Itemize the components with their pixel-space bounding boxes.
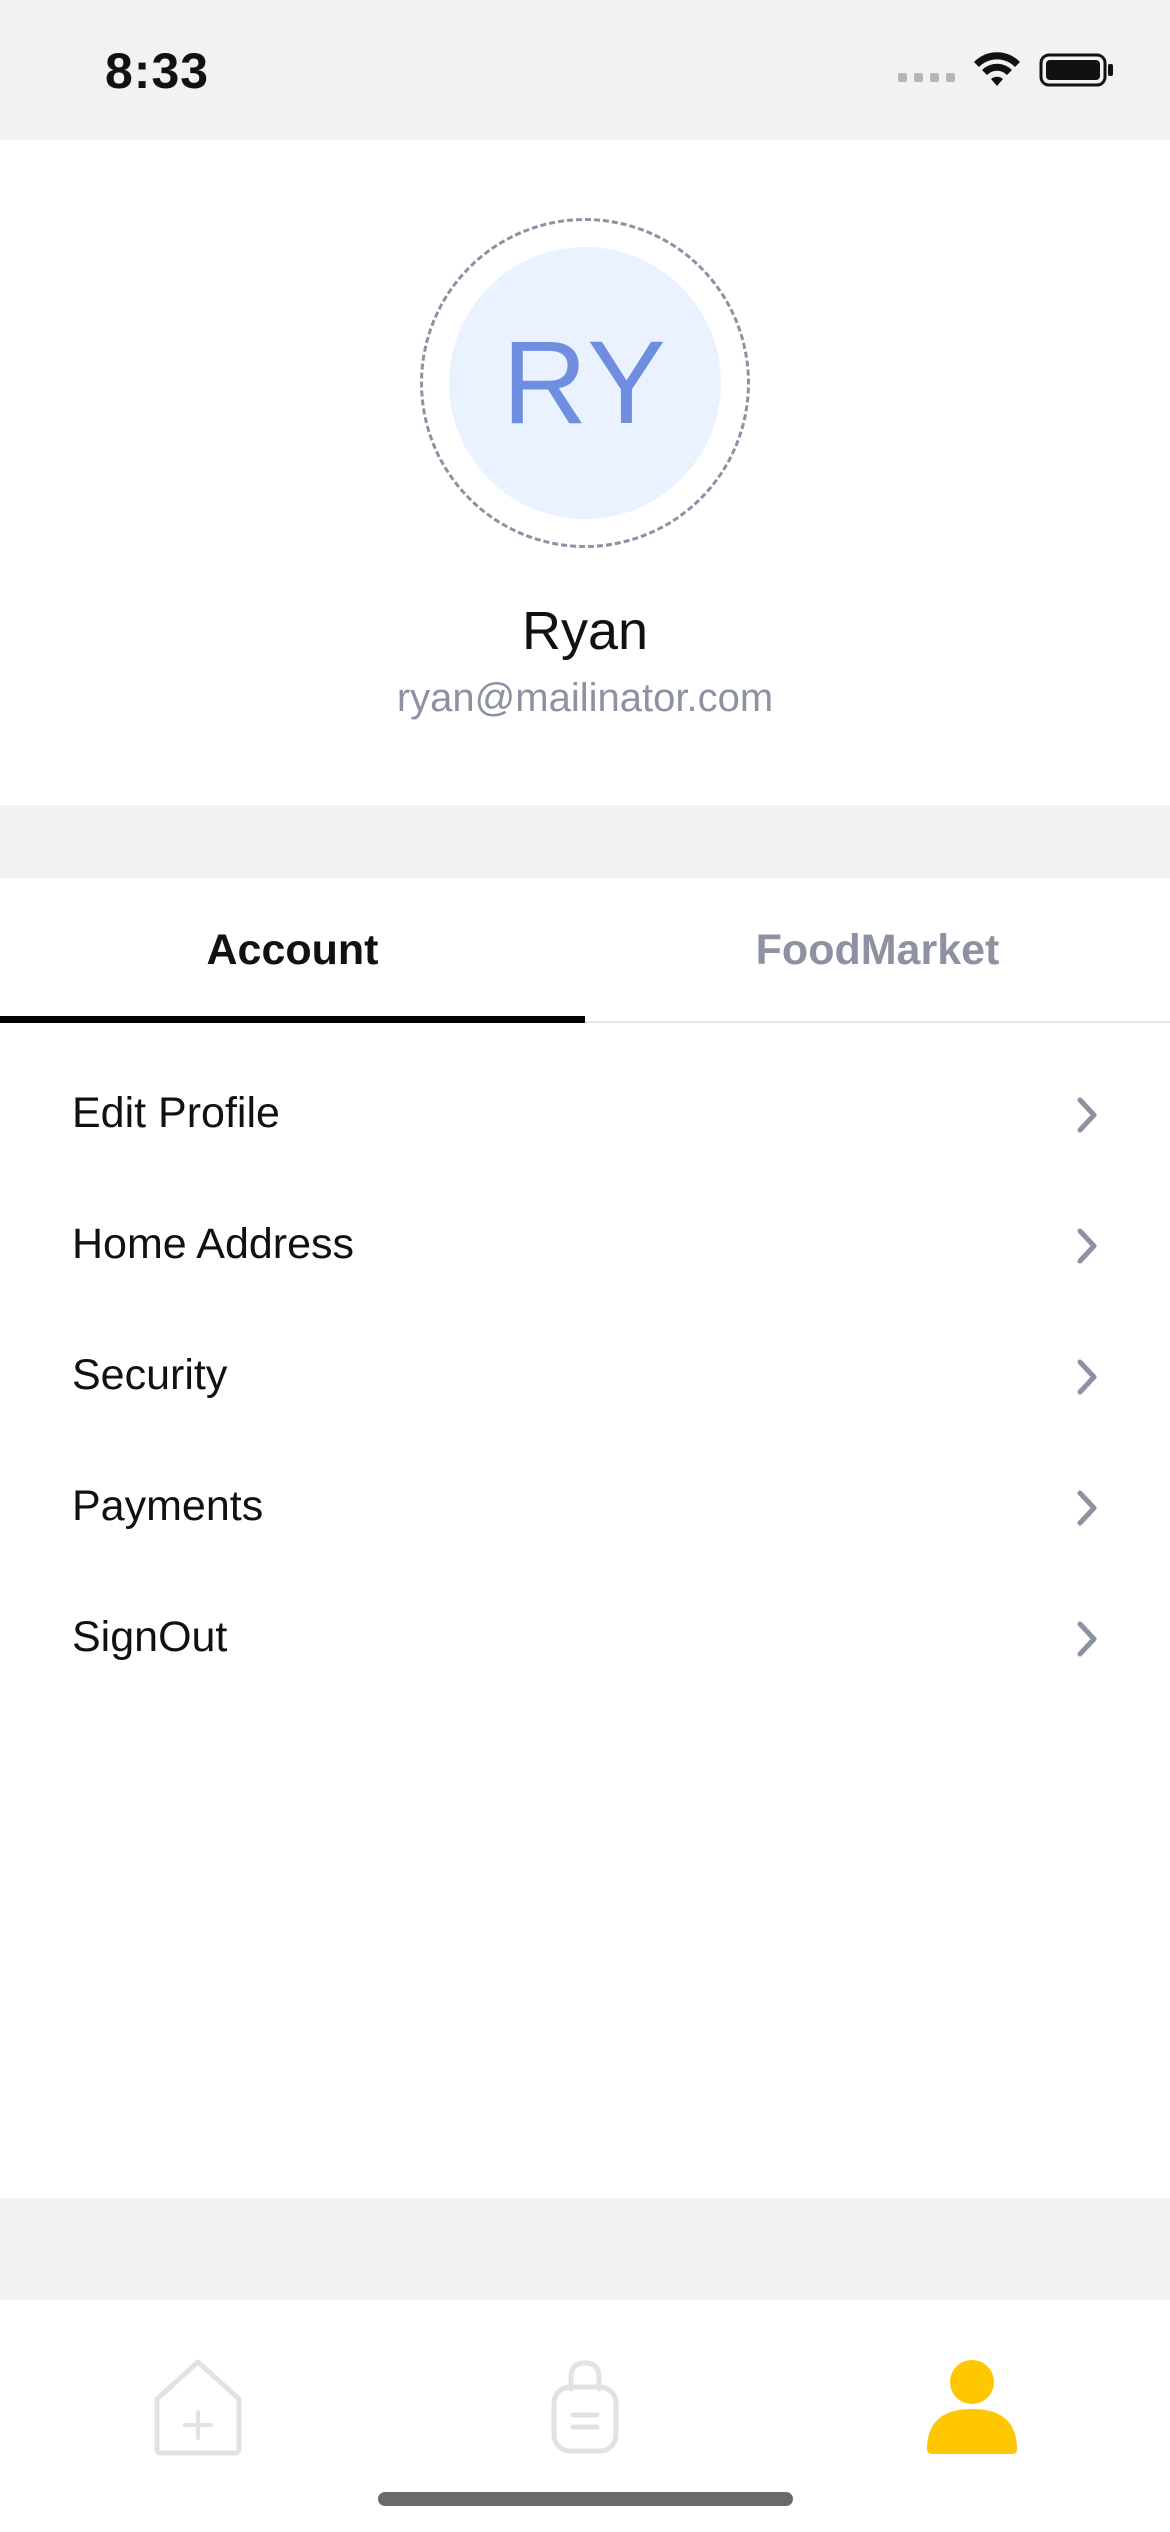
status-time: 8:33 bbox=[105, 43, 210, 99]
menu-item-label: Home Address bbox=[72, 1220, 355, 1268]
tab-foodmarket-label: FoodMarket bbox=[755, 926, 1000, 974]
home-icon bbox=[154, 2359, 242, 2456]
active-tab-indicator bbox=[0, 1016, 585, 1023]
avatar[interactable]: RY bbox=[449, 247, 721, 519]
profile-email: ryan@mailinator.com bbox=[396, 676, 774, 720]
status-icons bbox=[898, 52, 1115, 88]
tab-account[interactable]: Account bbox=[0, 878, 585, 1023]
nav-orders-button[interactable] bbox=[520, 2342, 650, 2472]
nav-profile-button[interactable] bbox=[907, 2342, 1037, 2472]
status-bar: 8:33 bbox=[0, 0, 1170, 140]
menu-item-signout[interactable]: SignOut bbox=[0, 1575, 1170, 1706]
chevron-right-icon bbox=[1077, 1359, 1097, 1395]
nav-home-button[interactable] bbox=[133, 2342, 263, 2472]
cellular-dots-icon bbox=[898, 72, 955, 82]
menu-item-label: Edit Profile bbox=[72, 1089, 280, 1137]
menu-item-home-address[interactable]: Home Address bbox=[0, 1182, 1170, 1313]
tab-account-label: Account bbox=[206, 926, 379, 974]
tab-foodmarket[interactable]: FoodMarket bbox=[585, 878, 1170, 1023]
shopping-bag-icon bbox=[551, 2360, 619, 2454]
menu-item-label: Security bbox=[72, 1351, 228, 1399]
home-indicator[interactable] bbox=[378, 2492, 793, 2506]
profile-screen: 8:33 RY Ryan ryan@mailinator.com Account… bbox=[0, 0, 1170, 2532]
menu-item-payments[interactable]: Payments bbox=[0, 1444, 1170, 1575]
account-menu: Edit Profile Home Address Security Payme… bbox=[0, 1023, 1170, 2198]
chevron-right-icon bbox=[1077, 1228, 1097, 1264]
tab-bar: Account FoodMarket bbox=[0, 878, 1170, 1023]
avatar-initials: RY bbox=[502, 317, 668, 449]
chevron-right-icon bbox=[1077, 1097, 1097, 1133]
chevron-right-icon bbox=[1077, 1621, 1097, 1657]
profile-name: Ryan bbox=[521, 601, 649, 661]
battery-icon bbox=[1039, 53, 1113, 87]
menu-item-label: SignOut bbox=[72, 1613, 228, 1661]
menu-item-label: Payments bbox=[72, 1482, 264, 1530]
wifi-icon bbox=[974, 52, 1020, 86]
profile-header: RY Ryan ryan@mailinator.com bbox=[0, 140, 1170, 805]
menu-item-edit-profile[interactable]: Edit Profile bbox=[0, 1051, 1170, 1182]
menu-item-security[interactable]: Security bbox=[0, 1313, 1170, 1444]
chevron-right-icon bbox=[1077, 1490, 1097, 1526]
profile-icon bbox=[927, 2360, 1017, 2454]
